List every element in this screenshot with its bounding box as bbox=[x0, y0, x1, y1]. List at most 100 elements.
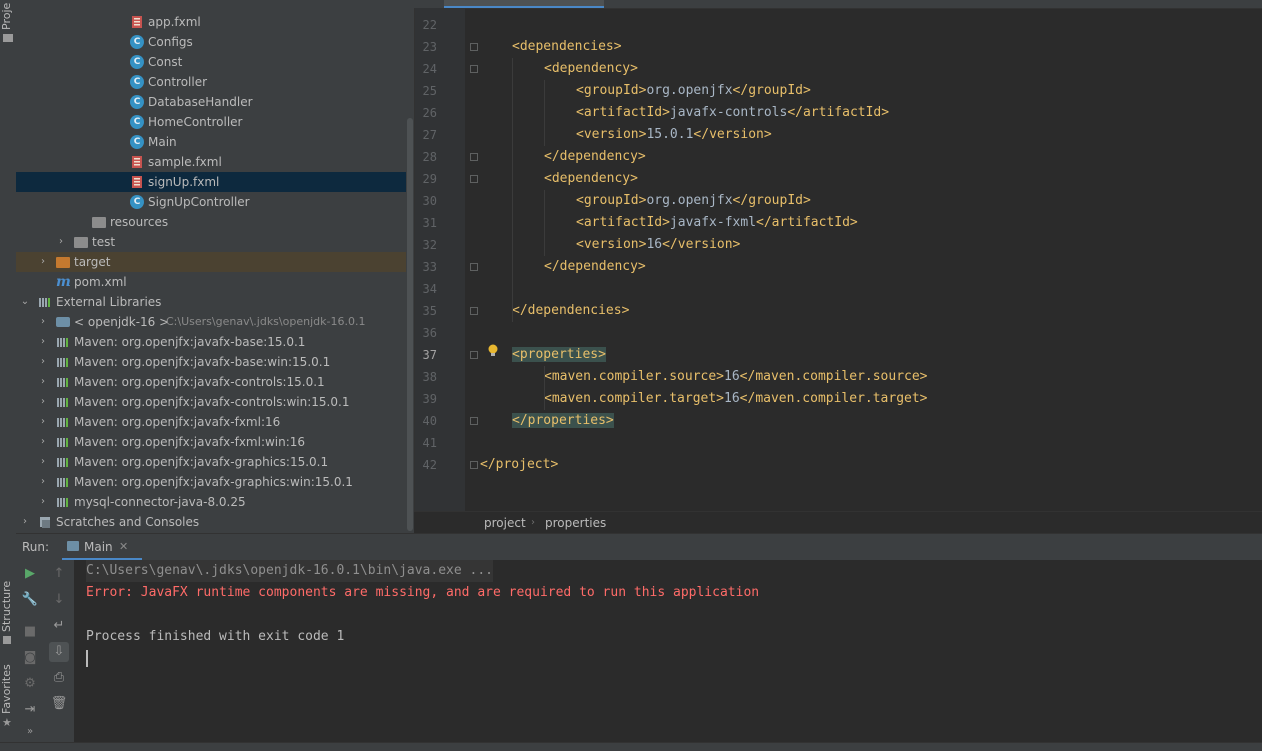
tree-row[interactable]: C HomeController bbox=[16, 112, 406, 132]
code-line[interactable]: <dependency> bbox=[544, 168, 638, 190]
chevron-right-icon[interactable]: › bbox=[38, 312, 48, 332]
fold-marker-icon[interactable] bbox=[470, 307, 478, 315]
breadcrumb-project[interactable]: project bbox=[484, 512, 526, 534]
tree-row[interactable]: › Maven: org.openjfx:javafx-graphics:win:… bbox=[16, 472, 406, 492]
tree-row[interactable]: › Maven: org.openjfx:javafx-fxml:16 bbox=[16, 412, 406, 432]
trash-icon[interactable]: 🗑 bbox=[49, 694, 69, 714]
code-line[interactable]: <maven.compiler.source>16</maven.compile… bbox=[544, 366, 928, 388]
tree-row[interactable]: m pom.xml bbox=[16, 272, 406, 292]
chevron-right-icon[interactable]: › bbox=[38, 372, 48, 392]
camera-icon[interactable]: ◙ bbox=[20, 648, 40, 668]
fold-marker-icon[interactable] bbox=[470, 65, 478, 73]
tree-row[interactable]: C Const bbox=[16, 52, 406, 72]
run-tab-main[interactable]: Main ✕ bbox=[62, 534, 142, 561]
chevron-right-icon[interactable]: › bbox=[56, 232, 66, 252]
code-line[interactable]: </dependency> bbox=[544, 146, 646, 168]
tree-row[interactable]: › Maven: org.openjfx:javafx-controls:15.0… bbox=[16, 372, 406, 392]
code-line[interactable]: <artifactId>javafx-fxml</artifactId> bbox=[576, 212, 858, 234]
tree-row-label: Maven: org.openjfx:javafx-graphics:win:1… bbox=[74, 475, 353, 489]
breadcrumb-properties[interactable]: properties bbox=[545, 512, 606, 534]
chevron-right-icon[interactable]: › bbox=[38, 412, 48, 432]
code-line[interactable]: <dependency> bbox=[544, 58, 638, 80]
chevron-right-icon[interactable]: › bbox=[38, 472, 48, 492]
tree-row[interactable]: › Maven: org.openjfx:javafx-graphics:15.0… bbox=[16, 452, 406, 472]
chevron-right-icon[interactable]: › bbox=[38, 452, 48, 472]
project-tool-tab[interactable]: Proje bbox=[0, 3, 16, 30]
scroll-to-end-icon[interactable]: ⇩ bbox=[49, 642, 69, 662]
tree-row[interactable]: › mysql-connector-java-8.0.25 bbox=[16, 492, 406, 512]
tree-row-label: sample.fxml bbox=[148, 155, 222, 169]
chevron-down-icon[interactable]: ⌄ bbox=[20, 292, 30, 312]
tree-row[interactable]: › Maven: org.openjfx:javafx-base:15.0.1 bbox=[16, 332, 406, 352]
tree-row-label: mysql-connector-java-8.0.25 bbox=[74, 495, 246, 509]
exit-icon[interactable]: ⇥ bbox=[20, 700, 40, 720]
tree-row[interactable]: C SignUpController bbox=[16, 192, 406, 212]
fold-marker-icon[interactable] bbox=[470, 153, 478, 161]
tree-row[interactable]: › target bbox=[16, 252, 406, 272]
tree-row[interactable]: C Controller bbox=[16, 72, 406, 92]
close-icon[interactable]: ✕ bbox=[119, 534, 128, 560]
fold-marker-icon[interactable] bbox=[470, 417, 478, 425]
code-line[interactable]: </properties> bbox=[512, 410, 614, 432]
print-icon[interactable]: ⎙ bbox=[49, 668, 69, 688]
tree-row-label: app.fxml bbox=[148, 15, 201, 29]
xml-text: org.openjfx bbox=[646, 193, 733, 208]
class-icon: C bbox=[130, 75, 144, 89]
code-line[interactable]: <groupId>org.openjfx</groupId> bbox=[576, 190, 811, 212]
tree-row[interactable]: C Configs bbox=[16, 32, 406, 52]
tree-row[interactable]: C DatabaseHandler bbox=[16, 92, 406, 112]
chevron-right-icon[interactable]: › bbox=[38, 252, 48, 272]
tree-row[interactable]: › Maven: org.openjfx:javafx-controls:win:… bbox=[16, 392, 406, 412]
chevron-right-icon[interactable]: › bbox=[38, 392, 48, 412]
fold-marker-icon[interactable] bbox=[470, 461, 478, 469]
down-arrow-icon[interactable]: ↓ bbox=[49, 590, 69, 610]
code-line[interactable]: <maven.compiler.target>16</maven.compile… bbox=[544, 388, 928, 410]
tree-row[interactable]: resources bbox=[16, 212, 406, 232]
stop-icon[interactable]: ■ bbox=[20, 622, 40, 642]
wrench-icon[interactable]: 🔧 bbox=[20, 590, 40, 610]
xml-close-tag: </artifactId> bbox=[756, 215, 858, 230]
code-editor[interactable] bbox=[414, 0, 1262, 511]
tree-row[interactable]: app.fxml bbox=[16, 12, 406, 32]
tree-row[interactable]: › Scratches and Consoles bbox=[16, 512, 406, 532]
up-arrow-icon[interactable]: ↑ bbox=[49, 564, 69, 584]
chevron-right-icon[interactable]: › bbox=[20, 512, 30, 532]
fold-marker-icon[interactable] bbox=[470, 263, 478, 271]
tree-row[interactable]: › < openjdk-16 > C:\Users\genav\.jdks\open… bbox=[16, 312, 406, 332]
favorites-tool-tab[interactable]: Favorites bbox=[0, 664, 16, 714]
tree-row[interactable]: sample.fxml bbox=[16, 152, 406, 172]
code-line[interactable]: <properties> bbox=[512, 344, 606, 366]
fold-marker-icon[interactable] bbox=[470, 175, 478, 183]
code-line[interactable]: </dependency> bbox=[544, 256, 646, 278]
scrollbar-thumb[interactable] bbox=[407, 118, 413, 531]
xml-text: org.openjfx bbox=[646, 83, 733, 98]
structure-tool-tab[interactable]: Structure bbox=[0, 580, 16, 632]
code-line[interactable]: </project> bbox=[480, 454, 558, 476]
tree-row[interactable]: › Maven: org.openjfx:javafx-base:win:15.0… bbox=[16, 352, 406, 372]
tree-row[interactable]: C Main bbox=[16, 132, 406, 152]
soft-wrap-icon[interactable]: ↵ bbox=[49, 616, 69, 636]
code-line[interactable]: </dependencies> bbox=[512, 300, 629, 322]
rerun-icon[interactable]: ▶ bbox=[20, 564, 40, 584]
chevron-right-icon[interactable]: › bbox=[38, 352, 48, 372]
code-line[interactable]: <dependencies> bbox=[512, 36, 622, 58]
chevron-right-icon[interactable]: › bbox=[38, 492, 48, 512]
tree-row[interactable]: › test bbox=[16, 232, 406, 252]
run-toolbar: ▶ ↑ 🔧 ↓ ■ ↵ ◙ ⇩ ⚙ ⎙ ⇥ 🗑 » bbox=[16, 560, 74, 742]
code-line[interactable]: <artifactId>javafx-controls</artifactId> bbox=[576, 102, 889, 124]
fold-marker-icon[interactable] bbox=[470, 351, 478, 359]
code-line[interactable]: <groupId>org.openjfx</groupId> bbox=[576, 80, 811, 102]
editor-tab-active[interactable] bbox=[444, 0, 604, 8]
chevron-right-icon[interactable]: › bbox=[38, 332, 48, 352]
settings-gear-icon[interactable]: ⚙ bbox=[20, 674, 40, 694]
lightbulb-icon[interactable] bbox=[487, 344, 499, 358]
tree-row[interactable]: › Maven: org.openjfx:javafx-fxml:win:16 bbox=[16, 432, 406, 452]
tree-scrollbar[interactable] bbox=[406, 0, 414, 533]
fold-marker-icon[interactable] bbox=[470, 43, 478, 51]
chevron-right-icon[interactable]: › bbox=[38, 432, 48, 452]
tree-row[interactable]: signUp.fxml bbox=[16, 172, 406, 192]
code-line[interactable]: <version>16</version> bbox=[576, 234, 740, 256]
tree-row[interactable]: ⌄ External Libraries bbox=[16, 292, 406, 312]
code-line[interactable]: <version>15.0.1</version> bbox=[576, 124, 772, 146]
more-icon[interactable]: » bbox=[20, 722, 40, 742]
